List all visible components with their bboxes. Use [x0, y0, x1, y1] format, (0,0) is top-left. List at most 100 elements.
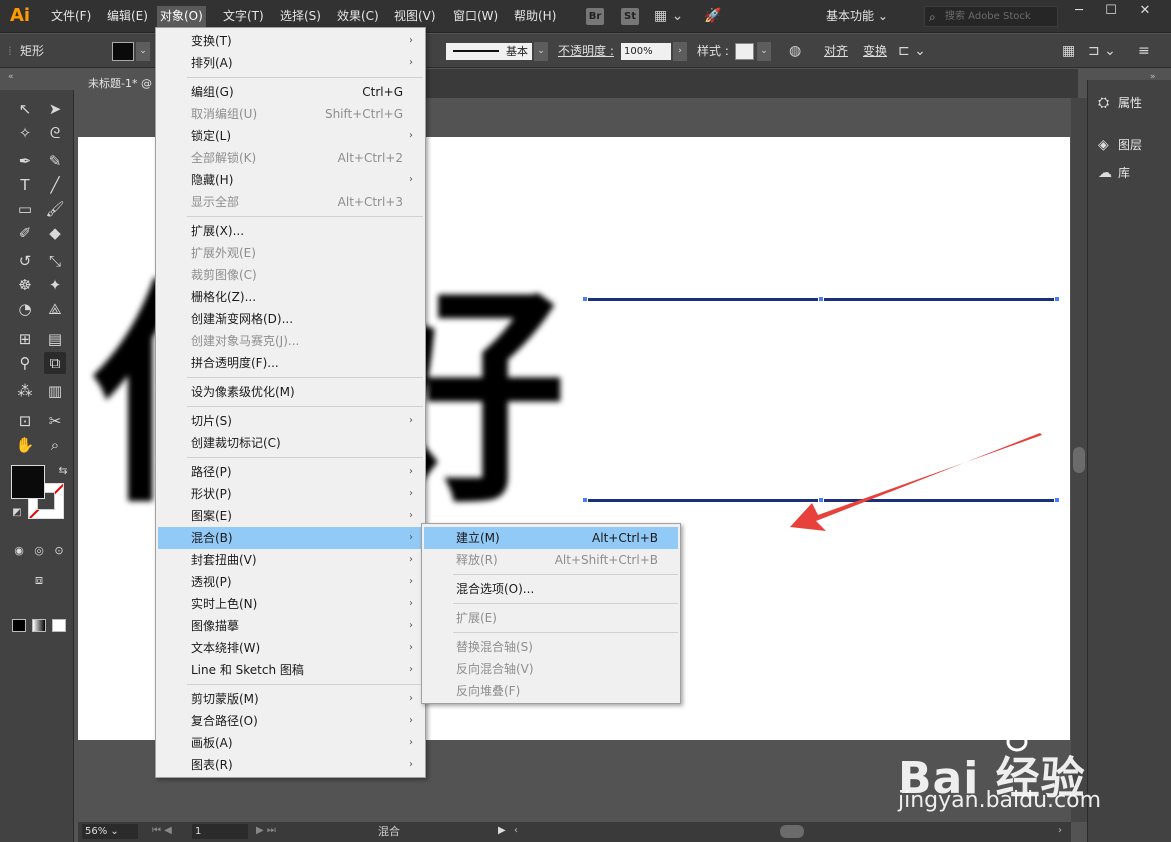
menu-help[interactable]: 帮助(H) [511, 6, 559, 27]
maximize-button[interactable]: ☐ [1095, 0, 1127, 22]
direct-selection-tool-icon[interactable]: ➤ [44, 98, 66, 120]
menu-item-unlock-all[interactable]: 全部解锁(K) Alt+Ctrl+2 [158, 147, 423, 169]
menu-item-blend-make[interactable]: 建立(M) Alt+Ctrl+B [424, 527, 678, 549]
menu-item-text-wrap[interactable]: 文本绕排(W) › [158, 637, 423, 659]
opacity-label[interactable]: 不透明度 : [558, 43, 614, 59]
menu-item-compound-path[interactable]: 复合路径(O) › [158, 710, 423, 732]
gradient-tool-icon[interactable]: ▤ [44, 328, 66, 350]
properties-panel-tab[interactable]: ⛭ 属性 [1098, 92, 1142, 114]
graphic-style-swatch[interactable] [735, 43, 754, 60]
hand-tool-icon[interactable]: ✋ [14, 434, 36, 456]
first-artboard-icon[interactable]: ⏮ ◀ [152, 825, 172, 836]
menu-item-transform[interactable]: 变换(T) › [158, 30, 423, 52]
menu-item-envelope-distort[interactable]: 封套扭曲(V) › [158, 549, 423, 571]
gradient-mode-swatch[interactable] [32, 619, 46, 632]
column-graph-tool-icon[interactable]: ▥ [44, 380, 66, 402]
bridge-icon[interactable]: Br [586, 8, 604, 25]
vertical-scroll-thumb[interactable] [1073, 447, 1085, 473]
swap-fill-stroke-icon[interactable]: ⇆ [52, 460, 74, 482]
menu-item-pixel-perfect[interactable]: 设为像素级优化(M) [158, 381, 423, 403]
menu-item-reverse-spine[interactable]: 反向混合轴(V) [424, 658, 678, 680]
menu-item-flatten-transparency[interactable]: 拼合透明度(F)... [158, 352, 423, 374]
stroke-profile-arrow[interactable]: ⌄ [534, 42, 548, 61]
line-tool-icon[interactable]: ╱ [44, 174, 66, 196]
menu-item-perspective[interactable]: 透视(P) › [158, 571, 423, 593]
workspace-switcher[interactable]: 基本功能 ⌄ [826, 6, 910, 27]
menu-item-crop-image[interactable]: 裁剪图像(C) [158, 264, 423, 286]
zoom-level-field[interactable]: 56% ⌄ [82, 824, 138, 839]
opacity-arrow[interactable]: › [673, 42, 687, 61]
menu-item-image-trace[interactable]: 图像描摹 › [158, 615, 423, 637]
close-button[interactable]: ✕ [1129, 0, 1161, 22]
recolor-artwork-icon[interactable]: ◍ [789, 42, 801, 60]
menu-item-blend-release[interactable]: 释放(R) Alt+Shift+Ctrl+B [424, 549, 678, 571]
lasso-tool-icon[interactable]: ᘓ [44, 122, 66, 144]
menu-item-blend[interactable]: 混合(B) › [158, 527, 423, 549]
align-button[interactable]: 对齐 [824, 43, 848, 59]
menu-item-path[interactable]: 路径(P) › [158, 461, 423, 483]
layers-panel-tab[interactable]: ◈ 图层 [1098, 134, 1142, 156]
menu-edit[interactable]: 编辑(E) [104, 6, 151, 27]
menu-item-lock[interactable]: 锁定(L) › [158, 125, 423, 147]
magic-wand-tool-icon[interactable]: ✧ [14, 122, 36, 144]
arrange-panels-icon[interactable]: ▦ [1062, 42, 1075, 60]
gpu-rocket-icon[interactable]: 🚀 [704, 6, 721, 26]
menu-item-slice[interactable]: 切片(S) › [158, 410, 423, 432]
menu-item-rasterize[interactable]: 栅格化(Z)... [158, 286, 423, 308]
arrange-documents-icon[interactable]: ▦ ⌄ [654, 6, 683, 26]
menu-item-shape[interactable]: 形状(P) › [158, 483, 423, 505]
transform-button[interactable]: 变换 [863, 43, 887, 59]
draw-behind-icon[interactable]: ◎ [28, 540, 50, 562]
rectangle-tool-icon[interactable]: ▭ [14, 198, 36, 220]
shaper-tool-icon[interactable]: ✐ [14, 222, 36, 244]
menu-item-ungroup[interactable]: 取消编组(U) Shift+Ctrl+G [158, 103, 423, 125]
menu-item-pattern[interactable]: 图案(E) › [158, 505, 423, 527]
anchor-point[interactable] [1054, 296, 1060, 302]
fill-color-swatch[interactable] [112, 42, 134, 61]
menu-item-line-sketch[interactable]: Line 和 Sketch 图稿 › [158, 659, 423, 681]
libraries-panel-tab[interactable]: ☁ 库 [1098, 162, 1130, 184]
menu-item-clipping-mask[interactable]: 剪切蒙版(M) › [158, 688, 423, 710]
blend-tool-icon[interactable]: ⧉ [44, 352, 66, 374]
zoom-tool-icon[interactable]: ⌕ [44, 434, 66, 456]
color-mode-swatch[interactable] [12, 619, 26, 632]
symbol-sprayer-tool-icon[interactable]: ⁂ [14, 380, 36, 402]
rotate-tool-icon[interactable]: ↺ [14, 250, 36, 272]
menu-file[interactable]: 文件(F) [48, 6, 94, 27]
warp-tool-icon[interactable]: ☸ [14, 274, 36, 296]
menu-item-reverse-front-back[interactable]: 反向堆叠(F) [424, 680, 678, 702]
screen-mode-icon[interactable]: ⧈ [28, 570, 50, 592]
menu-item-group[interactable]: 编组(G) Ctrl+G [158, 81, 423, 103]
menu-item-expand[interactable]: 扩展(X)... [158, 220, 423, 242]
menu-object[interactable]: 对象(O) [157, 6, 206, 27]
mesh-tool-icon[interactable]: ⊞ [14, 328, 36, 350]
horizontal-scroll-thumb[interactable] [780, 825, 804, 838]
menu-item-replace-spine[interactable]: 替换混合轴(S) [424, 636, 678, 658]
artboard-tool-icon[interactable]: ⊡ [14, 410, 36, 432]
menu-effect[interactable]: 效果(C) [334, 6, 382, 27]
minimize-button[interactable]: ─ [1063, 0, 1095, 22]
artboard-number-field[interactable]: 1 [192, 824, 248, 839]
menu-item-artboards[interactable]: 画板(A) › [158, 732, 423, 754]
pen-tool-icon[interactable]: ✒ [14, 150, 36, 172]
next-artboard-icon[interactable]: ▶ ⏭ [256, 825, 276, 836]
style-dropdown-arrow[interactable]: ⌄ [757, 42, 771, 61]
menu-item-arrange[interactable]: 排列(A) › [158, 52, 423, 74]
none-mode-swatch[interactable] [52, 619, 66, 632]
selection-tool-icon[interactable]: ↖ [14, 98, 36, 120]
anchor-point[interactable] [582, 296, 588, 302]
menu-item-blend-options[interactable]: 混合选项(O)... [424, 578, 678, 600]
panel-options-icon[interactable]: ⊐ ⌄ [1088, 42, 1116, 60]
collapse-toolbar-icon[interactable]: « [8, 72, 14, 82]
control-menu-icon[interactable]: ≡ [1138, 42, 1150, 60]
perspective-grid-tool-icon[interactable]: ⟁ [44, 298, 66, 320]
shape-builder-tool-icon[interactable]: ◔ [14, 298, 36, 320]
status-menu-arrow[interactable]: ▶ [498, 825, 506, 836]
stock-icon[interactable]: St [621, 8, 639, 25]
anchor-point[interactable] [818, 296, 824, 302]
menu-view[interactable]: 视图(V) [391, 6, 439, 27]
eraser-tool-icon[interactable]: ◆ [44, 222, 66, 244]
menu-select[interactable]: 选择(S) [277, 6, 324, 27]
menu-window[interactable]: 窗口(W) [450, 6, 501, 27]
menu-item-crop-marks[interactable]: 创建裁切标记(C) [158, 432, 423, 454]
